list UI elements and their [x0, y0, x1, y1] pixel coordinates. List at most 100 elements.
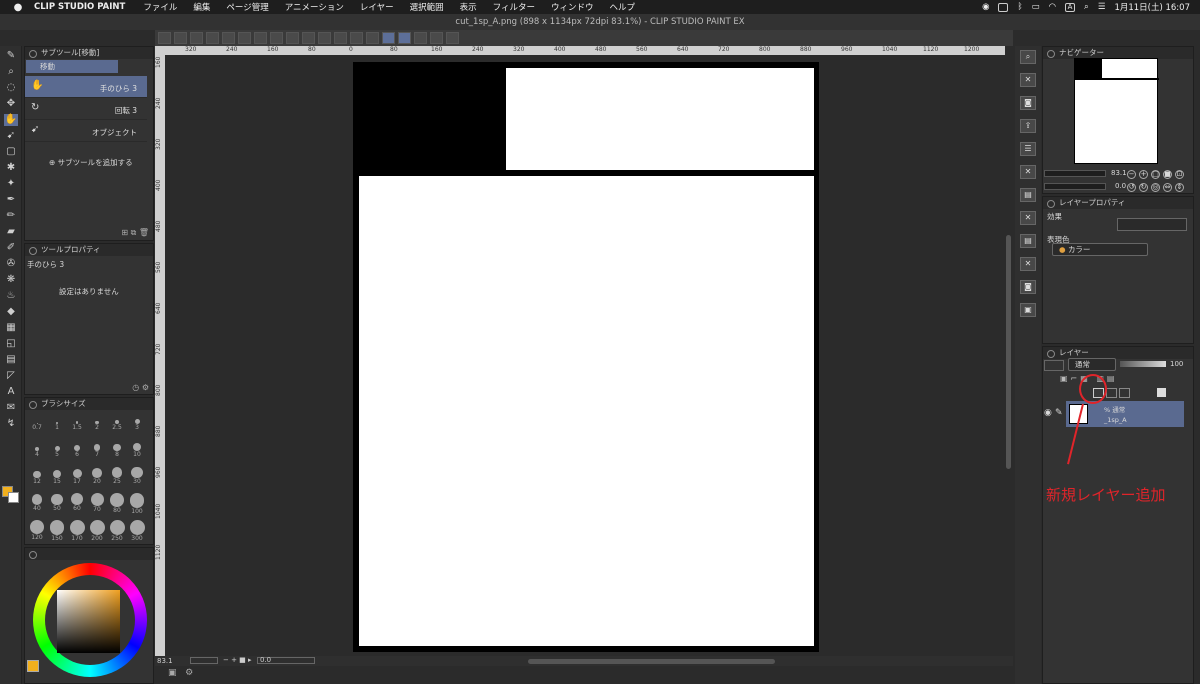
brush-size-preset[interactable]: 3: [128, 412, 146, 431]
brush-size-preset[interactable]: 12: [28, 466, 46, 485]
brush-size-preset[interactable]: 200: [88, 520, 106, 542]
brush-size-preset[interactable]: 1: [48, 412, 66, 431]
navigator-thumbnail[interactable]: [1074, 58, 1159, 164]
move-layer-tool-icon[interactable]: ✥: [4, 98, 18, 110]
mask-button[interactable]: [1157, 388, 1166, 397]
open-file-icon[interactable]: [190, 32, 203, 44]
new-file-icon[interactable]: [174, 32, 187, 44]
brush-size-preset[interactable]: 60: [68, 493, 86, 512]
app-name-menu[interactable]: CLIP STUDIO PAINT: [34, 2, 125, 12]
brush-size-preset[interactable]: 25: [108, 466, 126, 485]
zoom-in-icon[interactable]: +: [1139, 170, 1148, 179]
undo-icon[interactable]: [222, 32, 235, 44]
figure-tool-icon[interactable]: ◱: [4, 338, 18, 350]
delete-3-icon[interactable]: ✕: [1020, 257, 1036, 271]
subtool-item-hand[interactable]: ✋ 手のひら 3: [25, 76, 147, 98]
brush-size-preset[interactable]: 20: [88, 466, 106, 485]
zoom-slider[interactable]: [190, 657, 218, 664]
brush-tool-icon[interactable]: ✎: [4, 50, 18, 62]
snap-ruler-icon[interactable]: [334, 32, 347, 44]
brush-size-preset[interactable]: 17: [68, 466, 86, 485]
auto-select-tool-icon[interactable]: ✱: [4, 162, 18, 174]
brush-2-tool-icon[interactable]: ✐: [4, 242, 18, 254]
ruler-tool-icon[interactable]: ◸: [4, 370, 18, 382]
brush-size-preset[interactable]: 100: [128, 493, 146, 515]
menu-window[interactable]: ウィンドウ: [551, 1, 594, 13]
canvas-bottom-icons[interactable]: ▣ ⚙: [168, 668, 193, 678]
brush-size-preset[interactable]: 300: [128, 520, 146, 542]
fill-icon[interactable]: [270, 32, 283, 44]
spotlight-icon[interactable]: ⌕: [1084, 2, 1089, 12]
menu-animation[interactable]: アニメーション: [285, 1, 344, 13]
color-wheel-tabs[interactable]: [25, 548, 153, 560]
brush-size-preset[interactable]: 4: [28, 439, 46, 458]
search-icon[interactable]: ⌕: [1020, 50, 1036, 64]
brush-size-preset[interactable]: 40: [28, 493, 46, 512]
brush-size-preset[interactable]: 50: [48, 493, 66, 512]
brush-size-preset[interactable]: 6: [68, 439, 86, 458]
subtool-item-object[interactable]: ➹ オブジェクト: [25, 120, 147, 142]
pen-tool-icon[interactable]: ✒: [4, 194, 18, 206]
eye-icon[interactable]: ◉: [1044, 408, 1052, 418]
home-icon[interactable]: [158, 32, 171, 44]
brush-size-preset[interactable]: 10: [128, 439, 146, 458]
transform-icon[interactable]: [302, 32, 315, 44]
fill-tool-icon[interactable]: ◆: [4, 306, 18, 318]
brush-size-preset[interactable]: 15: [48, 466, 66, 485]
gradient-tool-icon[interactable]: ▦: [4, 322, 18, 334]
lasso-tool-icon[interactable]: ◌: [4, 82, 18, 94]
flip-v-icon[interactable]: ⇕: [1175, 183, 1184, 192]
bluetooth-icon[interactable]: ᛒ: [1017, 2, 1022, 12]
brush-size-preset[interactable]: 0.7: [28, 412, 46, 431]
brush-size-preset[interactable]: 8: [108, 439, 126, 458]
camera-2-icon[interactable]: ◙: [1020, 280, 1036, 294]
operation-tool-icon[interactable]: ➹: [4, 130, 18, 142]
snap-grid-icon[interactable]: [350, 32, 363, 44]
hand-tool-icon[interactable]: ✋: [4, 114, 18, 126]
fit-icon[interactable]: □: [1151, 170, 1160, 179]
battery-icon[interactable]: ▭: [1032, 2, 1040, 12]
menu-selection[interactable]: 選択範囲: [410, 1, 444, 13]
menu-file[interactable]: ファイル: [143, 1, 177, 13]
correct-line-tool-icon[interactable]: ↯: [4, 418, 18, 430]
pen-edit-icon[interactable]: ✎: [1055, 408, 1063, 418]
material-icon[interactable]: ✕: [1020, 73, 1036, 87]
actual-size-icon[interactable]: ■: [1163, 170, 1172, 179]
status-app-icon[interactable]: [998, 2, 1009, 12]
rotate-left-icon[interactable]: ↺: [1127, 183, 1136, 192]
save-icon[interactable]: [206, 32, 219, 44]
text-tool-icon[interactable]: A: [4, 386, 18, 398]
rotate-reset-icon[interactable]: ◎: [1151, 183, 1160, 192]
lock-icon[interactable]: [446, 32, 459, 44]
brush-size-preset[interactable]: 170: [68, 520, 86, 542]
menu-page[interactable]: ページ管理: [226, 1, 268, 13]
brush-size-preset[interactable]: 5: [48, 439, 66, 458]
subtool-tab-move[interactable]: 移動: [26, 60, 118, 73]
brush-size-preset[interactable]: 2.5: [108, 412, 126, 431]
menu-filter[interactable]: フィルター: [493, 1, 535, 13]
wheel-main-color[interactable]: [27, 660, 39, 672]
zoom-readout[interactable]: 83.1: [157, 657, 173, 665]
camera-icon[interactable]: ◙: [1020, 96, 1036, 110]
new-folder-button[interactable]: [1119, 388, 1130, 398]
eyedropper-tool-icon[interactable]: ✦: [4, 178, 18, 190]
rotate-right-icon[interactable]: ↻: [1139, 183, 1148, 192]
opacity-slider[interactable]: [1120, 361, 1166, 367]
expression-color-dropdown[interactable]: ● カラー: [1052, 243, 1148, 256]
navigator-zoom-slider[interactable]: [1044, 170, 1106, 177]
flip-h-icon[interactable]: ⇔: [1163, 183, 1172, 192]
menu-edit[interactable]: 編集: [193, 1, 210, 13]
brush-size-preset[interactable]: 80: [108, 493, 126, 514]
eraser-tool-icon[interactable]: ▰: [4, 226, 18, 238]
angle-readout[interactable]: 0.0: [257, 657, 315, 664]
record-icon[interactable]: ◉: [982, 2, 989, 12]
brush-size-preset[interactable]: 2: [88, 412, 106, 431]
menu-view[interactable]: 表示: [460, 1, 477, 13]
sub-color-swatch[interactable]: [8, 492, 19, 503]
edit-icon[interactable]: [414, 32, 427, 44]
selection-tool-icon[interactable]: ▢: [4, 146, 18, 158]
upload-icon[interactable]: ⇪: [1020, 119, 1036, 133]
clear-icon[interactable]: [254, 32, 267, 44]
apple-menu-icon[interactable]: ●: [8, 2, 28, 13]
zoom-controls[interactable]: − + ■ ▸: [223, 656, 252, 664]
